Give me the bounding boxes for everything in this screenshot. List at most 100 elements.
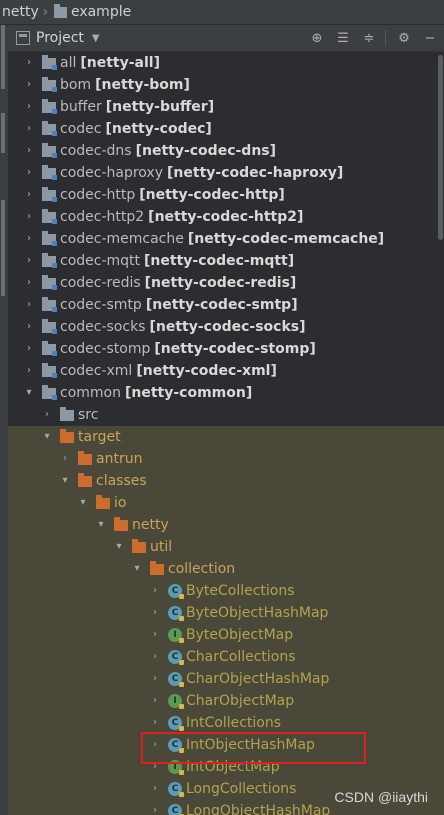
chevron-right-icon[interactable]: › (150, 695, 160, 706)
structure-tool-tab[interactable] (1, 113, 5, 153)
tree-item-label: codec-haproxy (60, 165, 164, 181)
breadcrumb-label: example (70, 4, 132, 20)
tree-row[interactable]: ▾ common [netty-common] (8, 382, 444, 404)
chevron-right-icon[interactable]: › (24, 79, 34, 90)
tree-row[interactable]: › antrun (8, 448, 444, 470)
chevron-right-icon[interactable]: › (24, 145, 34, 156)
tree-row[interactable]: › C CharObjectHashMap (8, 668, 444, 690)
chevron-down-icon[interactable]: ▾ (114, 541, 124, 552)
scrollbar-thumb[interactable] (438, 55, 443, 240)
tree-row[interactable]: › codec-http2 [netty-codec-http2] (8, 206, 444, 228)
tree-row[interactable]: › codec-stomp [netty-codec-stomp] (8, 338, 444, 360)
tree-row[interactable]: › codec-socks [netty-codec-socks] (8, 316, 444, 338)
tree-row[interactable]: › codec-smtp [netty-codec-smtp] (8, 294, 444, 316)
tree-row[interactable]: ▾ collection (8, 558, 444, 580)
artifact-id: [netty-codec-dns] (135, 143, 277, 159)
chevron-right-icon[interactable]: › (150, 585, 160, 596)
expand-all-icon[interactable]: ☰ (335, 30, 351, 46)
tree-row[interactable]: ▾ io (8, 492, 444, 514)
tree-row[interactable]: › C ByteObjectHashMap (8, 602, 444, 624)
minimize-icon[interactable]: − (422, 30, 438, 46)
module-folder-icon (42, 77, 57, 92)
breadcrumb-label: netty (2, 4, 39, 20)
chevron-right-icon[interactable]: › (24, 167, 34, 178)
module-folder-icon (42, 275, 57, 290)
chevron-down-icon[interactable]: ▾ (24, 387, 34, 398)
tree-row[interactable]: › codec-http [netty-codec-http] (8, 184, 444, 206)
class-icon: C (168, 804, 184, 815)
chevron-right-icon[interactable]: › (24, 365, 34, 376)
tree-item-label: util (150, 539, 173, 555)
tree-row[interactable]: › codec-dns [netty-codec-dns] (8, 140, 444, 162)
tree-row[interactable]: ▾ classes (8, 470, 444, 492)
chevron-right-icon[interactable]: › (24, 101, 34, 112)
chevron-right-icon[interactable]: › (24, 343, 34, 354)
breadcrumb-item-netty[interactable]: netty (2, 4, 39, 20)
tree-row[interactable]: › C ByteCollections (8, 580, 444, 602)
folder-icon (53, 3, 67, 18)
tree-row[interactable]: ▾ netty (8, 514, 444, 536)
tree-row[interactable]: › codec-xml [netty-codec-xml] (8, 360, 444, 382)
chevron-right-icon[interactable]: › (150, 629, 160, 640)
chevron-right-icon[interactable]: › (24, 233, 34, 244)
favorites-tool-tab[interactable] (1, 200, 5, 296)
chevron-right-icon[interactable]: › (150, 805, 160, 815)
artifact-id: [netty-codec-haproxy] (167, 165, 344, 181)
tree-row[interactable]: › codec [netty-codec] (8, 118, 444, 140)
chevron-right-icon[interactable]: › (24, 321, 34, 332)
breadcrumb-item-example[interactable]: example (53, 3, 132, 20)
tree-row[interactable]: › C CharCollections (8, 646, 444, 668)
chevron-down-icon[interactable]: ▼ (92, 33, 100, 44)
collapse-all-icon[interactable]: ≑ (361, 30, 377, 46)
tree-item-label: codec-memcache (60, 231, 184, 247)
chevron-right-icon[interactable]: › (150, 717, 160, 728)
chevron-right-icon[interactable]: › (150, 673, 160, 684)
chevron-right-icon[interactable]: › (42, 409, 52, 420)
chevron-right-icon[interactable]: › (24, 277, 34, 288)
tree-row[interactable]: ▾ target (8, 426, 444, 448)
chevron-down-icon[interactable]: ▾ (60, 475, 70, 486)
tree-row[interactable]: › C IntCollections (8, 712, 444, 734)
chevron-down-icon[interactable]: ▾ (96, 519, 106, 530)
chevron-right-icon[interactable]: › (150, 607, 160, 618)
chevron-right-icon[interactable]: › (24, 211, 34, 222)
gear-icon[interactable]: ⚙ (396, 30, 412, 46)
project-panel-header: Project ▼ ⊕ ☰ ≑ ⚙ − (8, 25, 444, 52)
tree-row[interactable]: › buffer [netty-buffer] (8, 96, 444, 118)
chevron-down-icon[interactable]: ▾ (132, 563, 142, 574)
chevron-right-icon[interactable]: › (60, 453, 70, 464)
panel-title[interactable]: Project (36, 30, 84, 46)
chevron-right-icon[interactable]: › (24, 123, 34, 134)
class-icon: C (168, 782, 184, 797)
tree-row[interactable]: › all [netty-all] (8, 52, 444, 74)
project-tool-tab[interactable] (1, 25, 5, 89)
tree-row[interactable]: › codec-mqtt [netty-codec-mqtt] (8, 250, 444, 272)
module-folder-icon (42, 297, 57, 312)
tree-row[interactable]: › codec-haproxy [netty-codec-haproxy] (8, 162, 444, 184)
project-tree[interactable]: › all [netty-all] › bom [netty-bom] › buffer [ne… (8, 52, 444, 815)
tree-row[interactable]: › codec-memcache [netty-codec-memcache] (8, 228, 444, 250)
tree-row[interactable]: ▾ util (8, 536, 444, 558)
tree-item-label: codec-xml (60, 363, 133, 379)
folder-icon (78, 451, 92, 465)
watermark: CSDN @iiaythi (334, 789, 428, 805)
chevron-right-icon[interactable]: › (24, 299, 34, 310)
chevron-right-icon[interactable]: › (24, 57, 34, 68)
module-folder-icon (42, 209, 57, 224)
tree-row[interactable]: › bom [netty-bom] (8, 74, 444, 96)
tree-item-label: src (78, 407, 99, 423)
tree-row[interactable]: › src (8, 404, 444, 426)
chevron-right-icon[interactable]: › (150, 651, 160, 662)
chevron-right-icon[interactable]: › (24, 255, 34, 266)
tree-row[interactable]: › I ByteObjectMap (8, 624, 444, 646)
locate-icon[interactable]: ⊕ (309, 30, 325, 46)
chevron-right-icon[interactable]: › (24, 189, 34, 200)
tree-row[interactable]: › codec-redis [netty-codec-redis] (8, 272, 444, 294)
chevron-down-icon[interactable]: ▾ (42, 431, 52, 442)
left-tool-strip (0, 25, 8, 815)
module-folder-icon (42, 121, 57, 136)
tree-row[interactable]: › I CharObjectMap (8, 690, 444, 712)
chevron-down-icon[interactable]: ▾ (78, 497, 88, 508)
chevron-right-icon[interactable]: › (150, 783, 160, 794)
tree-item-label: LongCollections (186, 781, 297, 797)
